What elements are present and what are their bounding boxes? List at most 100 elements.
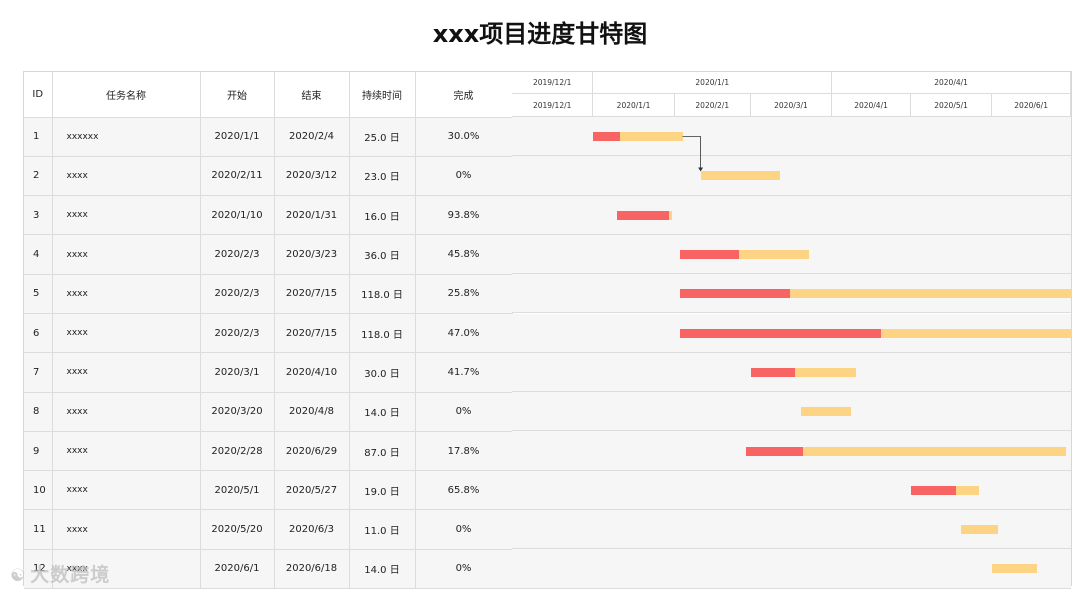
task-start: 2020/2/28 [200, 431, 275, 472]
task-duration: 87.0 日 [349, 431, 416, 472]
task-id: 3 [24, 195, 53, 236]
timeline-minor-label: 2020/6/1 [992, 94, 1071, 117]
task-duration: 23.0 日 [349, 156, 416, 197]
table-header-row: ID 任务名称 开始 结束 持续时间 完成 [24, 72, 513, 118]
task-complete: 17.8% [415, 431, 513, 472]
task-start: 2020/2/3 [200, 274, 275, 314]
task-start: 2020/1/10 [200, 195, 275, 236]
col-header-complete: 完成 [415, 72, 513, 118]
table-row[interactable]: 2 xxxx 2020/2/11 2020/3/12 23.0 日 0% [24, 156, 513, 197]
task-end: 2020/2/4 [274, 117, 350, 157]
task-complete: 0% [415, 392, 513, 432]
task-id: 6 [24, 313, 53, 354]
col-header-end: 结束 [274, 72, 350, 118]
watermark-logo-icon: ☯ [10, 566, 27, 586]
task-id: 9 [24, 431, 53, 472]
timeline-minor-label: 2020/3/1 [751, 94, 833, 117]
task-end: 2020/7/15 [274, 274, 350, 314]
table-row[interactable]: 6 xxxx 2020/2/3 2020/7/15 118.0 日 47.0% [24, 313, 513, 354]
timeline-minor-label: 2020/1/1 [593, 94, 675, 117]
task-start: 2020/2/11 [200, 156, 275, 197]
table-row[interactable]: 7 xxxx 2020/3/1 2020/4/10 30.0 日 41.7% [24, 352, 513, 393]
task-duration: 118.0 日 [349, 274, 416, 314]
task-end: 2020/1/31 [274, 195, 350, 236]
gantt-frame: ID 任务名称 开始 结束 持续时间 完成 1 xxxxxx 2020/1/1 202… [23, 71, 1072, 590]
col-header-id: ID [24, 72, 53, 118]
timeline-minor-label: 2020/5/1 [911, 94, 993, 117]
task-complete: 41.7% [415, 352, 513, 393]
task-end: 2020/5/27 [274, 470, 350, 511]
task-start: 2020/1/1 [200, 117, 275, 157]
table-row[interactable]: 11 xxxx 2020/5/20 2020/6/3 11.0 日 0% [24, 509, 513, 550]
dependency-layer [682, 136, 704, 172]
timeline-major-label: 2020/4/1 [832, 72, 1071, 94]
task-id: 5 [24, 274, 53, 314]
task-name: xxxx [52, 234, 201, 275]
task-complete: 93.8% [415, 195, 513, 236]
task-id: 10 [24, 470, 53, 511]
task-name: xxxx [52, 470, 201, 511]
watermark: ☯ 大数跨境 [10, 560, 110, 587]
task-end: 2020/4/8 [274, 392, 350, 432]
task-complete: 47.0% [415, 313, 513, 354]
task-name: xxxxxx [52, 117, 201, 157]
task-duration: 16.0 日 [349, 195, 416, 236]
task-duration: 19.0 日 [349, 470, 416, 511]
task-duration: 30.0 日 [349, 352, 416, 393]
task-id: 11 [24, 509, 53, 550]
table-row[interactable]: 1 xxxxxx 2020/1/1 2020/2/4 25.0 日 30.0% [24, 117, 513, 157]
dependency-line [682, 136, 701, 171]
task-id: 1 [24, 117, 53, 157]
col-header-name: 任务名称 [52, 72, 201, 118]
task-end: 2020/6/29 [274, 431, 350, 472]
table-row[interactable]: 3 xxxx 2020/1/10 2020/1/31 16.0 日 93.8% [24, 195, 513, 236]
timeline-major-label: 2019/12/1 [512, 72, 594, 94]
timeline-header: 2019/12/1 2020/1/1 2020/4/1 2019/12/1 2020/1… [512, 72, 1071, 117]
task-start: 2020/5/1 [200, 470, 275, 511]
task-name: xxxx [52, 392, 201, 432]
table-row[interactable]: 5 xxxx 2020/2/3 2020/7/15 118.0 日 25.8% [24, 274, 513, 314]
timeline-minor-label: 2020/4/1 [832, 94, 911, 117]
col-header-duration: 持续时间 [349, 72, 416, 118]
timeline-major-label: 2020/1/1 [593, 72, 833, 94]
page-title: xxx项目进度甘特图 [432, 20, 648, 48]
watermark-text: 大数跨境 [30, 564, 111, 586]
task-id: 2 [24, 156, 53, 197]
task-name: xxxx [52, 195, 201, 236]
task-duration: 25.0 日 [349, 117, 416, 157]
task-duration: 11.0 日 [349, 509, 416, 550]
task-id: 7 [24, 352, 53, 393]
task-name: xxxx [52, 156, 201, 197]
timeline-minor-label: 2019/12/1 [512, 94, 594, 117]
task-complete: 25.8% [415, 274, 513, 314]
task-complete: 65.8% [415, 470, 513, 511]
task-end: 2020/3/23 [274, 234, 350, 275]
task-end: 2020/3/12 [274, 156, 350, 197]
task-name: xxxx [52, 352, 201, 393]
task-table: ID 任务名称 开始 结束 持续时间 完成 1 xxxxxx 2020/1/1 202… [24, 72, 513, 590]
task-id: 4 [24, 234, 53, 275]
task-complete: 0% [415, 509, 513, 550]
col-header-start: 开始 [200, 72, 275, 118]
task-start: 2020/5/20 [200, 509, 275, 550]
task-end: 2020/6/3 [274, 509, 350, 550]
task-name: xxxx [52, 431, 201, 472]
task-duration: 118.0 日 [349, 313, 416, 354]
table-row[interactable]: 10 xxxx 2020/5/1 2020/5/27 19.0 日 65.8% [24, 470, 513, 511]
table-row[interactable]: 4 xxxx 2020/2/3 2020/3/23 36.0 日 45.8% [24, 234, 513, 275]
task-end: 2020/4/10 [274, 352, 350, 393]
task-end: 2020/7/15 [274, 313, 350, 354]
table-row[interactable]: 9 xxxx 2020/2/28 2020/6/29 87.0 日 17.8% [24, 431, 513, 472]
task-complete: 0% [415, 549, 513, 590]
task-start: 2020/2/3 [200, 234, 275, 275]
task-duration: 14.0 日 [349, 549, 416, 590]
task-start: 2020/3/20 [200, 392, 275, 432]
task-complete: 45.8% [415, 234, 513, 275]
task-start: 2020/2/3 [200, 313, 275, 354]
task-start: 2020/3/1 [200, 352, 275, 393]
table-row[interactable]: 8 xxxx 2020/3/20 2020/4/8 14.0 日 0% [24, 392, 513, 432]
task-id: 8 [24, 392, 53, 432]
timeline-minor-label: 2020/2/1 [675, 94, 751, 117]
task-start: 2020/6/1 [200, 549, 275, 590]
timeline-body [512, 117, 1071, 589]
